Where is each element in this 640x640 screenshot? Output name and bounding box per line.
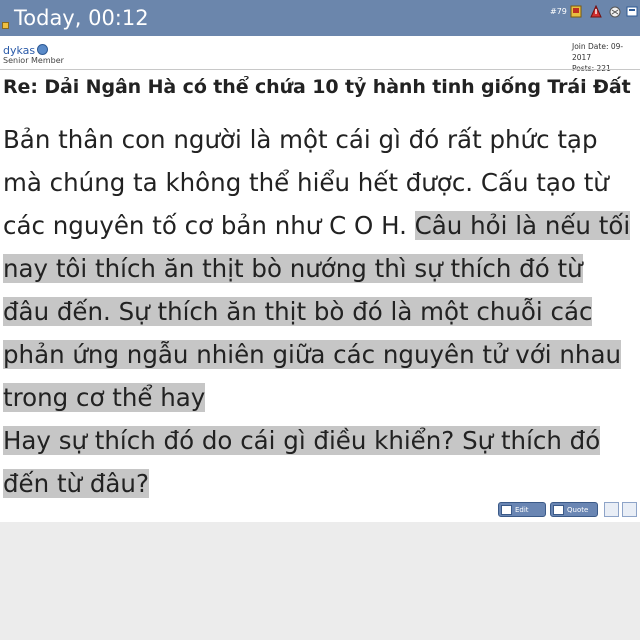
post-title: Re: Dải Ngân Hà có thể chứa 10 tỷ hành t… xyxy=(3,76,631,98)
online-status-icon xyxy=(37,44,49,55)
message-line: các nguyên tố cơ bản như C O H. Câu hỏi … xyxy=(3,204,635,247)
report-icon[interactable] xyxy=(590,5,602,18)
post-date: Today, 00:12 xyxy=(14,6,149,30)
post-number-link[interactable]: #79 xyxy=(550,7,567,16)
divider xyxy=(0,69,640,70)
quick-reply-button[interactable] xyxy=(622,502,637,517)
highlighted-text: trong cơ thể hay xyxy=(3,383,206,412)
quote-button[interactable]: Quote xyxy=(550,502,598,517)
ip-icon[interactable] xyxy=(609,5,621,18)
highlighted-text: đến từ đâu? xyxy=(3,469,149,498)
user-title: Senior Member xyxy=(3,56,64,65)
edit-label: Edit xyxy=(515,506,529,514)
message-text: các nguyên tố cơ bản như C O H. xyxy=(3,211,415,240)
rating-icon[interactable] xyxy=(570,5,582,18)
edit-button[interactable]: Edit xyxy=(498,502,546,517)
message-text: Bản thân con người là một cái gì đó rất … xyxy=(3,125,598,154)
highlighted-text: phản ứng ngẫu nhiên giữa các nguyên tử v… xyxy=(3,340,621,369)
post-message: Bản thân con người là một cái gì đó rất … xyxy=(3,118,635,505)
message-line: phản ứng ngẫu nhiên giữa các nguyên tử v… xyxy=(3,333,635,376)
message-line: đâu đến. Sự thích ăn thịt bò đó là một c… xyxy=(3,290,635,333)
message-line: Bản thân con người là một cái gì đó rất … xyxy=(3,118,635,161)
highlighted-text: nay tôi thích ăn thịt bò nướng thì sự th… xyxy=(3,254,583,283)
message-line: mà chúng ta không thể hiểu hết được. Cấu… xyxy=(3,161,635,204)
multi-quote-button[interactable] xyxy=(604,502,619,517)
post-container: dykas Senior Member Join Date: 09-2017 P… xyxy=(0,36,640,522)
message-line: nay tôi thích ăn thịt bò nướng thì sự th… xyxy=(3,247,635,290)
quote-label: Quote xyxy=(567,506,589,514)
highlighted-text: Hay sự thích đó do cái gì điều khiển? Sự… xyxy=(3,426,601,455)
profile-icon[interactable] xyxy=(626,5,638,18)
highlighted-text: Câu hỏi là nếu tối xyxy=(414,211,631,240)
quote-icon xyxy=(553,505,564,515)
join-date: Join Date: 09-2017 xyxy=(572,42,624,62)
message-line: đến từ đâu? xyxy=(3,462,635,505)
message-text: mà chúng ta không thể hiểu hết được. Cấu… xyxy=(3,168,609,197)
message-line: trong cơ thể hay xyxy=(3,376,635,419)
message-line: Hay sự thích đó do cái gì điều khiển? Sự… xyxy=(3,419,635,462)
edit-icon xyxy=(501,505,512,515)
post-status-icon xyxy=(2,22,9,29)
highlighted-text: đâu đến. Sự thích ăn thịt bò đó là một c… xyxy=(3,297,593,326)
post-header-bar: Today, 00:12 #79 xyxy=(0,0,640,36)
